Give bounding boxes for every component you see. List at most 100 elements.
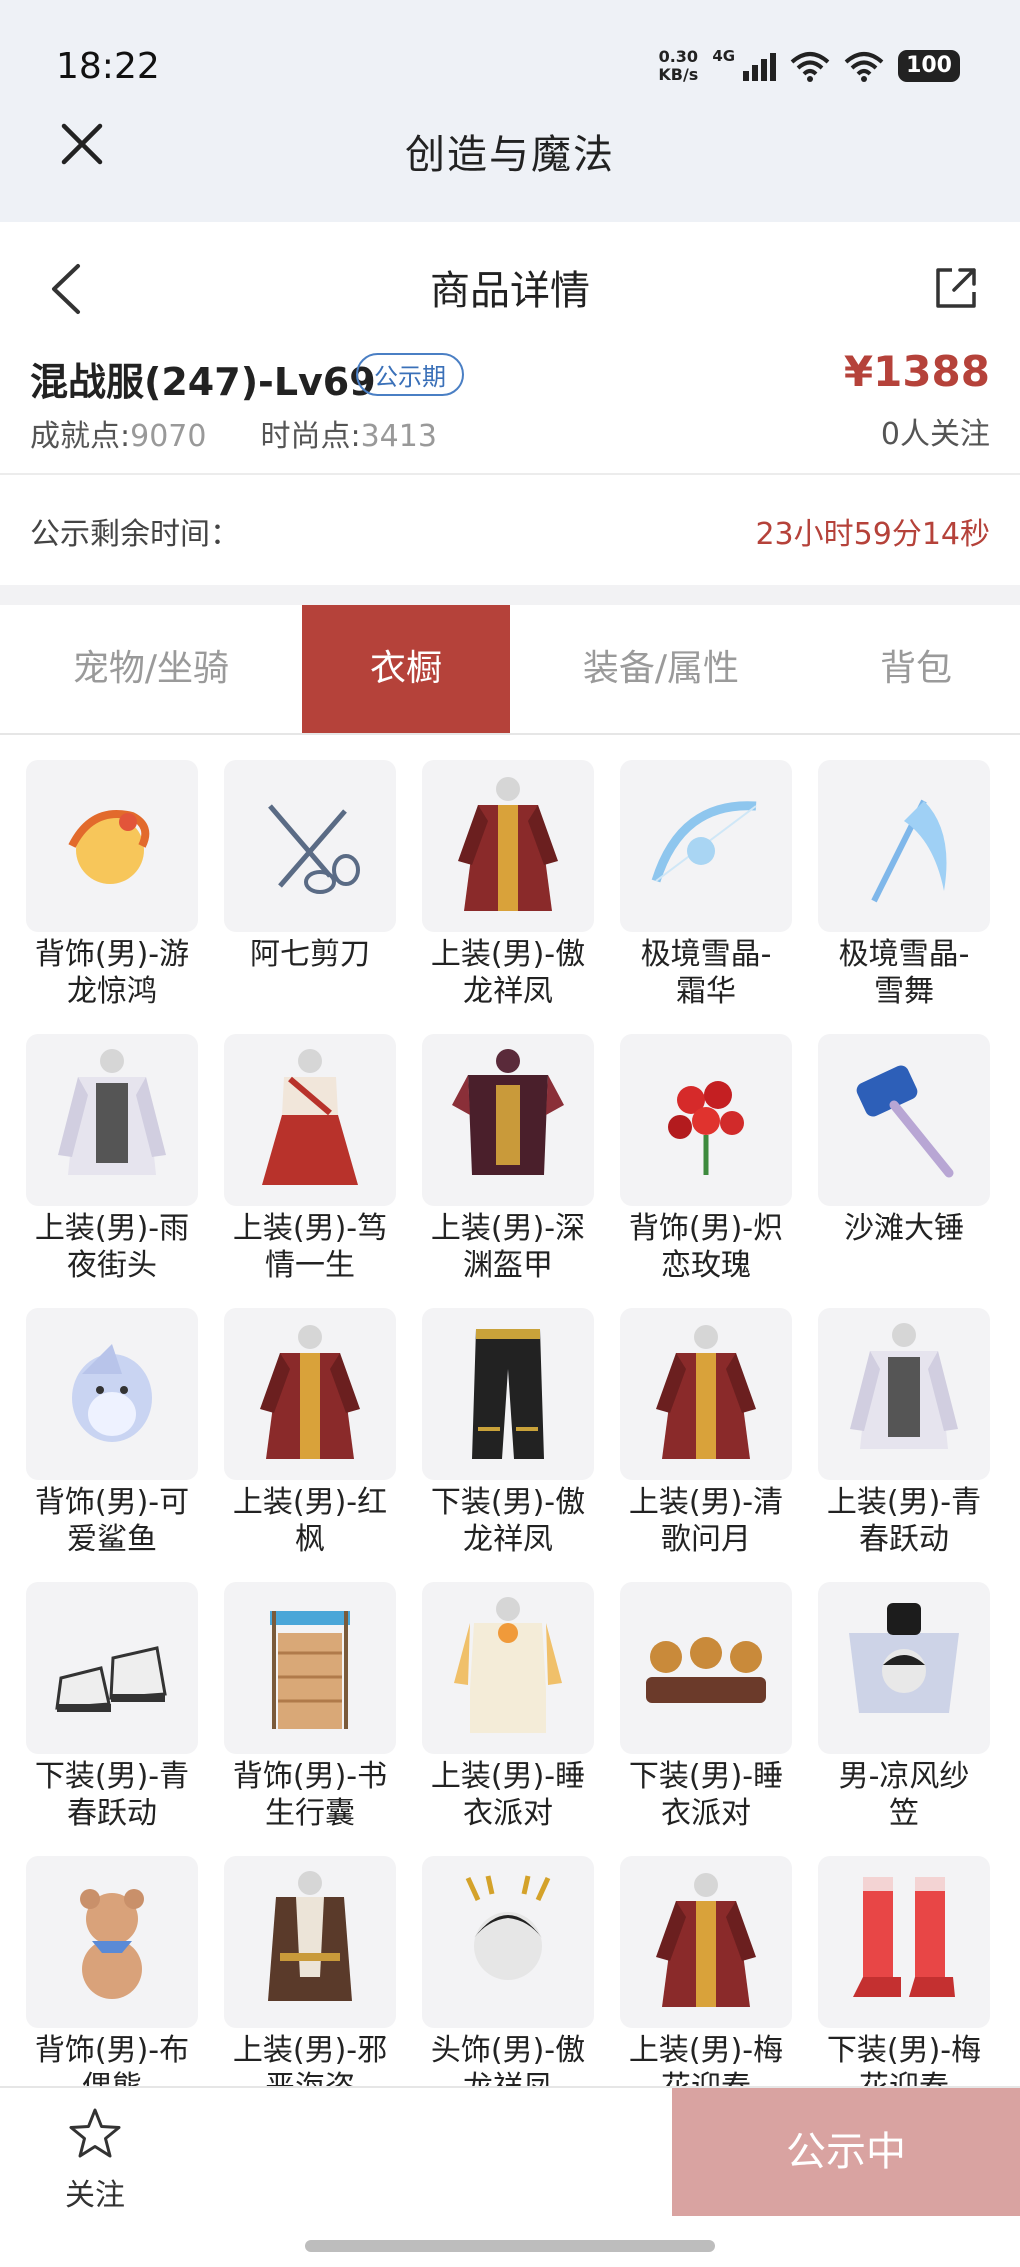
wardrobe-item-label: 下装(男)-青 春跃动 <box>34 1759 190 1831</box>
status-time: 18:22 <box>56 46 160 87</box>
follow-label: 关注 <box>65 2178 125 2213</box>
tab-bar: 宠物/坐骑 衣橱 装备/属性 背包 <box>0 605 1020 735</box>
wardrobe-item[interactable]: 下装(男)-青 春跃动 <box>26 1582 198 1832</box>
wardrobe-item-label: 背饰(男)-可 爱鲨鱼 <box>34 1485 190 1557</box>
wardrobe-item-label: 上装(男)-深 渊盔甲 <box>430 1211 586 1283</box>
follower-count: 0人关注 <box>880 417 990 452</box>
shark-icon <box>26 1308 198 1480</box>
wardrobe-item-label: 上装(男)-青 春跃动 <box>826 1485 982 1557</box>
signal-icon <box>743 51 777 81</box>
bottom-bar: 关注 公示中 <box>0 2086 1020 2267</box>
pajama-icon <box>422 1582 594 1754</box>
product-price: ¥1388 <box>843 347 990 396</box>
dragon-icon <box>26 760 198 932</box>
wardrobe-item-label: 男-凉风纱笠 <box>838 1759 970 1831</box>
wardrobe-item-label: 背饰(男)-书 生行囊 <box>232 1759 388 1831</box>
scythe-icon <box>818 760 990 932</box>
remaining-time-label: 公示剩余时间： <box>30 517 240 552</box>
product-stats: 成就点:9070 时尚点:3413 <box>30 419 437 454</box>
section-divider <box>0 585 1020 605</box>
wardrobe-item[interactable]: 背饰(男)-炽 恋玫瑰 <box>620 1034 792 1284</box>
wardrobe-item[interactable]: 下装(男)-梅花迎春 <box>818 1856 990 2106</box>
app-title: 创造与魔法 <box>405 132 615 178</box>
scissors-icon <box>224 760 396 932</box>
wardrobe-item[interactable]: 上装(男)-青 春跃动 <box>818 1308 990 1558</box>
wardrobe-item[interactable]: 下装(男)-傲 龙祥凤 <box>422 1308 594 1558</box>
share-icon[interactable] <box>932 264 980 312</box>
wifi-icon <box>790 52 830 82</box>
jacket-icon <box>26 1034 198 1206</box>
bow-icon <box>620 760 792 932</box>
coat-icon <box>224 1856 396 2028</box>
achievement-value: 9070 <box>130 419 207 454</box>
roses-icon <box>620 1034 792 1206</box>
wardrobe-item[interactable]: 上装(男)-邪恶海盗 <box>224 1856 396 2106</box>
wardrobe-item[interactable]: 上装(男)-睡 衣派对 <box>422 1582 594 1832</box>
wardrobe-item-label: 下装(男)-傲 龙祥凤 <box>430 1485 586 1557</box>
public-display-button[interactable]: 公示中 <box>672 2088 1020 2216</box>
wardrobe-item[interactable]: 上装(男)-笃 情一生 <box>224 1034 396 1284</box>
wifi-icon <box>844 52 884 82</box>
dress-icon <box>224 1034 396 1206</box>
wardrobe-item[interactable]: 阿七剪刀 <box>224 760 396 973</box>
wardrobe-item[interactable]: 上装(男)-深 渊盔甲 <box>422 1034 594 1284</box>
network-speed: 0.30 KB/s <box>658 47 699 84</box>
wardrobe-item[interactable]: 背饰(男)-书 生行囊 <box>224 1582 396 1832</box>
status-and-app-header: 18:22 0.30 KB/s 4G 100 创造与魔法 <box>0 0 1020 222</box>
follow-button[interactable]: 关注 <box>60 2106 130 2214</box>
wardrobe-item[interactable]: 背饰(男)-布偶熊 <box>26 1856 198 2106</box>
tab-wardrobe[interactable]: 衣橱 <box>302 605 510 733</box>
wardrobe-item[interactable]: 下装(男)-睡 衣派对 <box>620 1582 792 1832</box>
robe-icon <box>224 1308 396 1480</box>
wardrobe-item-label: 上装(男)-雨 夜街头 <box>34 1211 190 1283</box>
wardrobe-item-label: 上装(男)-睡 衣派对 <box>430 1759 586 1831</box>
wardrobe-item-label: 极境雪晶- 雪舞 <box>838 937 970 1009</box>
wardrobe-item[interactable]: 背饰(男)-游 龙惊鸿 <box>26 760 198 1010</box>
bookcase-icon <box>224 1582 396 1754</box>
page-title: 商品详情 <box>430 268 590 314</box>
home-indicator <box>305 2240 715 2252</box>
headdress-icon <box>422 1856 594 2028</box>
page: 18:22 0.30 KB/s 4G 100 创造与魔法 商品详情 混战服(24… <box>0 0 1020 2267</box>
wardrobe-item-label: 下装(男)-睡 衣派对 <box>628 1759 784 1831</box>
wardrobe-item[interactable]: 上装(男)-雨 夜街头 <box>26 1034 198 1284</box>
robe-icon <box>422 760 594 932</box>
wardrobe-item-label: 沙滩大锤 <box>844 1211 964 1246</box>
pants-icon <box>422 1308 594 1480</box>
wardrobe-item[interactable]: 上装(男)-傲 龙祥凤 <box>422 760 594 1010</box>
wardrobe-item-label: 上装(男)-傲 龙祥凤 <box>430 937 586 1009</box>
wardrobe-item[interactable]: 极境雪晶- 雪舞 <box>818 760 990 1010</box>
robe-icon <box>620 1308 792 1480</box>
wardrobe-item-label: 背饰(男)-游 龙惊鸿 <box>34 937 190 1009</box>
wardrobe-item-label: 极境雪晶- 霜华 <box>640 937 772 1009</box>
hammer-icon <box>818 1034 990 1206</box>
product-header: 混战服(247)-Lv69 公示期 ¥1388 成就点:9070 时尚点:3413… <box>0 347 1020 475</box>
wardrobe-item[interactable]: 男-凉风纱笠 <box>818 1582 990 1832</box>
wardrobe-item[interactable]: 沙滩大锤 <box>818 1034 990 1247</box>
page-nav: 商品详情 <box>0 222 1020 347</box>
wardrobe-item-label: 上装(男)-红枫 <box>232 1485 388 1557</box>
wardrobe-item-label: 上装(男)-笃 情一生 <box>232 1211 388 1283</box>
status-icons: 0.30 KB/s 4G 100 <box>658 47 960 84</box>
wardrobe-item[interactable]: 背饰(男)-可 爱鲨鱼 <box>26 1308 198 1558</box>
armor-icon <box>422 1034 594 1206</box>
status-badge: 公示期 <box>356 353 464 396</box>
wardrobe-item-label: 上装(男)-清 歌问月 <box>628 1485 784 1557</box>
wardrobe-item[interactable]: 极境雪晶- 霜华 <box>620 760 792 1010</box>
jacket-icon <box>818 1308 990 1480</box>
slippers-icon <box>620 1582 792 1754</box>
remaining-time-value: 23小时59分14秒 <box>755 517 990 552</box>
battery-icon: 100 <box>898 50 960 82</box>
shoes-icon <box>26 1582 198 1754</box>
product-name: 混战服(247)-Lv69 <box>30 360 376 404</box>
tab-backpack[interactable]: 背包 <box>812 605 1020 733</box>
wardrobe-item[interactable]: 头饰(男)-傲龙祥凤 <box>422 1856 594 2106</box>
wardrobe-item[interactable]: 上装(男)-清 歌问月 <box>620 1308 792 1558</box>
tab-pets-mounts[interactable]: 宠物/坐骑 <box>0 605 302 733</box>
wardrobe-item[interactable]: 上装(男)-梅花迎春 <box>620 1856 792 2106</box>
tab-equipment-attributes[interactable]: 装备/属性 <box>510 605 812 733</box>
wardrobe-item[interactable]: 上装(男)-红枫 <box>224 1308 396 1558</box>
hat-icon <box>818 1582 990 1754</box>
wardrobe-item-label: 背饰(男)-炽 恋玫瑰 <box>628 1211 784 1283</box>
robe-icon <box>620 1856 792 2028</box>
